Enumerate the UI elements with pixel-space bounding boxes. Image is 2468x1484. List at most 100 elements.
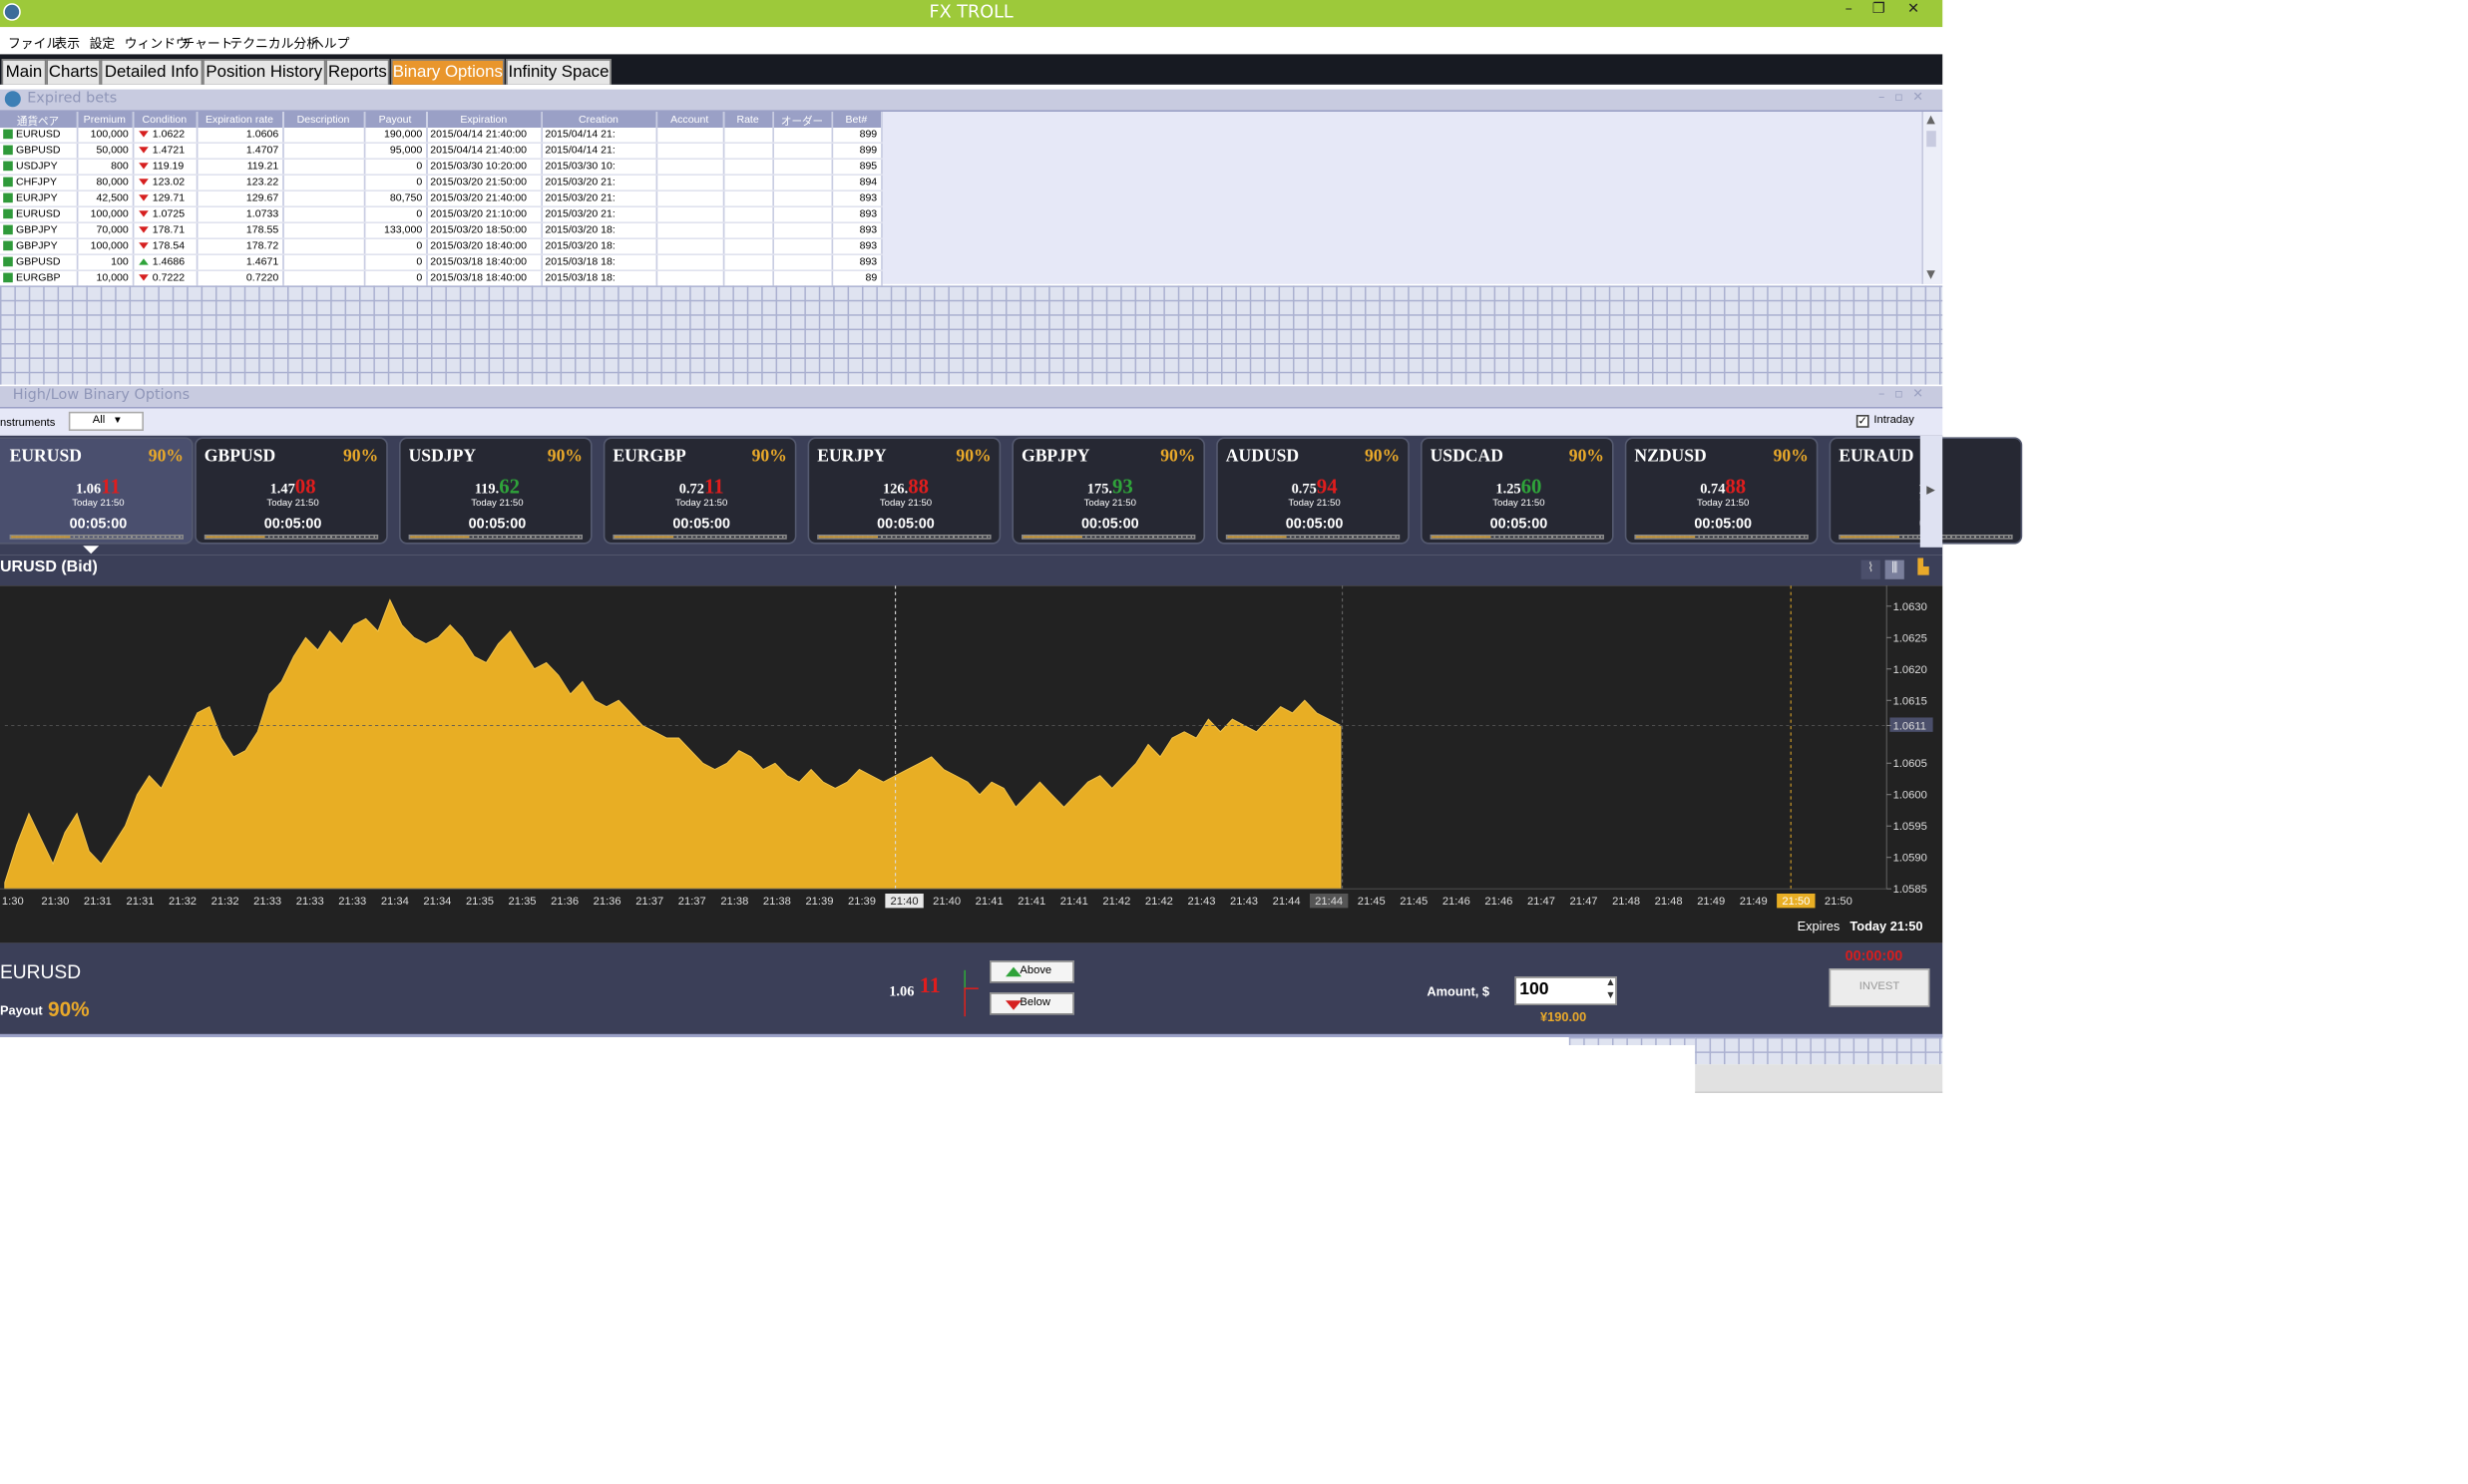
minimize-button[interactable]: – xyxy=(1846,2,1852,18)
table-cell: EURGBP xyxy=(0,270,78,288)
line-chart-icon[interactable]: ⌇ xyxy=(1860,559,1880,579)
menu-help[interactable]: ヘルプ xyxy=(311,35,349,53)
amount-stepper[interactable]: 100 ▲ ▼ xyxy=(1514,976,1617,1005)
expired-scrollbar[interactable]: ▲ ▼ xyxy=(1921,112,1941,284)
instrument-card-eurusd[interactable]: EURUSD 90% 1.0611 Today 21:50 00:05:00 xyxy=(0,437,194,545)
amount-input[interactable]: 100 xyxy=(1519,979,1548,998)
invest-button[interactable]: INVEST xyxy=(1829,968,1930,1007)
arrow-down-icon xyxy=(138,274,148,281)
table-row[interactable]: GBPUSD 50,000 1.4721 1.4707 95,000 2015/04/14… xyxy=(0,143,883,160)
col-header[interactable]: Account xyxy=(655,112,724,128)
table-row[interactable]: GBPJPY 100,000 178.54 178.72 0 2015/03/20 18:… xyxy=(0,238,883,255)
stepper-up-icon[interactable]: ▲ xyxy=(1607,978,1613,988)
col-header[interactable]: Expiration rate xyxy=(196,112,284,128)
col-header[interactable]: オーダー xyxy=(772,112,833,128)
arrow-down-icon xyxy=(138,179,148,186)
table-row[interactable]: EURUSD 100,000 1.0622 1.0606 190,000 2015/04/… xyxy=(0,128,883,144)
scroll-down-icon[interactable]: ▼ xyxy=(1926,268,1935,281)
instrument-card-audusd[interactable]: AUDUSD 90% 0.7594 Today 21:50 00:05:00 xyxy=(1216,437,1410,545)
cards-scroll-right[interactable]: ▶ xyxy=(1919,435,1943,548)
instruments-select[interactable]: All ▼ xyxy=(68,411,144,431)
table-row[interactable]: USDJPY 800 119.19 119.21 0 2015/03/30 10:20:0… xyxy=(0,159,883,176)
table-cell xyxy=(282,143,365,160)
col-header[interactable]: Condition xyxy=(132,112,198,128)
col-header[interactable]: Bet# xyxy=(831,112,883,128)
tab-reports[interactable]: Reports xyxy=(325,59,390,85)
close-button[interactable]: ✕ xyxy=(1907,2,1919,18)
table-row[interactable]: GBPJPY 70,000 178.71 178.55 133,000 2015/03/2… xyxy=(0,222,883,239)
panel-window-controls[interactable]: –▫✕ xyxy=(1878,90,1933,104)
scroll-thumb[interactable] xyxy=(1926,131,1936,148)
table-cell xyxy=(655,222,724,239)
above-button[interactable]: Above xyxy=(990,960,1074,983)
x-tick-label: 21:41 xyxy=(976,896,1004,908)
trade-panel: EURUSD Payout 90% 1.06 11 Above Below Am… xyxy=(0,942,1943,1037)
arrow-down-icon xyxy=(138,131,148,138)
cell-pair: EURGBP xyxy=(16,272,61,284)
table-row[interactable]: GBPUSD 100 1.4686 1.4671 0 2015/03/18 18:40:0… xyxy=(0,254,883,272)
menu-chart[interactable]: チャート xyxy=(182,35,232,53)
tab-charts[interactable]: Charts xyxy=(46,59,101,85)
instrument-card-gbpusd[interactable]: GBPUSD 90% 1.4708 Today 21:50 00:05:00 xyxy=(195,437,388,545)
table-row[interactable]: EURGBP 10,000 0.7222 0.7220 0 2015/03/18 18:4… xyxy=(0,270,883,288)
scroll-up-icon[interactable]: ▲ xyxy=(1926,114,1935,127)
cell-bet: 893 xyxy=(859,224,878,236)
cell-expiration: 2015/04/14 21:40:00 xyxy=(430,129,527,141)
cell-premium: 100,000 xyxy=(90,208,129,220)
tab-binary-options[interactable]: Binary Options xyxy=(391,59,505,85)
menu-file[interactable]: ファイル xyxy=(8,35,59,53)
col-header[interactable]: Expiration xyxy=(426,112,543,128)
table-row[interactable]: EURJPY 42,500 129.71 129.67 80,750 2015/03/20… xyxy=(0,190,883,207)
instrument-card-eurgbp[interactable]: EURGBP 90% 0.7211 Today 21:50 00:05:00 xyxy=(603,437,797,545)
cell-payout: 0 xyxy=(416,256,423,268)
tab-detailed-info[interactable]: Detailed Info xyxy=(100,59,204,85)
instrument-card-usdcad[interactable]: USDCAD 90% 1.2560 Today 21:50 00:05:00 xyxy=(1421,437,1614,545)
area-chart-icon[interactable]: ▙ xyxy=(1913,560,1932,579)
tab-infinity-space[interactable]: Infinity Space xyxy=(506,59,612,85)
x-tick-label: 21:32 xyxy=(211,896,239,908)
menu-view[interactable]: 表示 xyxy=(54,35,80,53)
table-row[interactable]: CHFJPY 80,000 123.02 123.22 0 2015/03/20 21:5… xyxy=(0,175,883,191)
instrument-card-eurjpy[interactable]: EURJPY 90% 126.88 Today 21:50 00:05:00 xyxy=(807,437,1002,545)
countdown: 00:00:00 xyxy=(1845,947,1903,964)
stepper-down-icon[interactable]: ▼ xyxy=(1607,991,1613,1001)
menu-window[interactable]: ウィンドウ xyxy=(125,35,189,53)
x-tick-label: 21:50 xyxy=(1825,896,1852,908)
x-tick-label: 21:34 xyxy=(381,896,409,908)
bar-chart-icon[interactable]: ⫼ xyxy=(1884,559,1904,579)
col-header[interactable]: Rate xyxy=(722,112,774,128)
menu-settings[interactable]: 設定 xyxy=(90,35,116,53)
table-row[interactable]: EURUSD 100,000 1.0725 1.0733 0 2015/03/20 21:… xyxy=(0,206,883,223)
card-payout: 90% xyxy=(1773,447,1809,467)
panel-window-controls[interactable]: –▫✕ xyxy=(1878,386,1933,400)
col-header[interactable]: Creation xyxy=(541,112,657,128)
price-chart[interactable]: 1.0630 1.0625 1.0620 1.0615 1.0611 1.0605 1.06… xyxy=(0,585,1943,943)
x-tick-label: 21:31 xyxy=(84,896,112,908)
status-bar xyxy=(1695,1064,1943,1093)
instrument-card-usdjpy[interactable]: USDJPY 90% 119.62 Today 21:50 00:05:00 xyxy=(399,437,593,545)
restore-button[interactable]: ❐ xyxy=(1872,2,1885,18)
menu-technical-analysis[interactable]: テクニカル分析 xyxy=(229,35,319,53)
cell-creation: 2015/03/30 10: xyxy=(545,161,616,173)
card-progress-fill xyxy=(410,536,471,539)
below-button[interactable]: Below xyxy=(990,992,1074,1015)
instruments-value: All xyxy=(92,415,106,427)
cell-premium: 10,000 xyxy=(96,272,129,284)
card-timer: 00:05:00 xyxy=(1489,515,1548,532)
tab-main[interactable]: Main xyxy=(1,59,47,85)
col-header[interactable]: 通貨ペア xyxy=(0,112,78,128)
table-cell xyxy=(282,206,365,223)
table-cell: 42,500 xyxy=(76,190,134,207)
col-header[interactable]: Description xyxy=(282,112,365,128)
card-progress-bar xyxy=(204,535,379,540)
col-header[interactable]: Payout xyxy=(363,112,428,128)
instrument-card-gbpjpy[interactable]: GBPJPY 90% 175.93 Today 21:50 00:05:00 xyxy=(1012,437,1205,545)
col-header[interactable]: Premium xyxy=(76,112,134,128)
tab-position-history[interactable]: Position History xyxy=(203,59,326,85)
card-expiry: Today 21:50 xyxy=(675,499,728,510)
intraday-checkbox[interactable]: ✓ xyxy=(1855,415,1869,428)
price-area xyxy=(4,598,1342,890)
x-tick-label: 21:42 xyxy=(1145,896,1173,908)
instrument-card-nzdusd[interactable]: NZDUSD 90% 0.7488 Today 21:50 00:05:00 xyxy=(1624,437,1819,545)
x-tick-label: 21:46 xyxy=(1484,896,1512,908)
